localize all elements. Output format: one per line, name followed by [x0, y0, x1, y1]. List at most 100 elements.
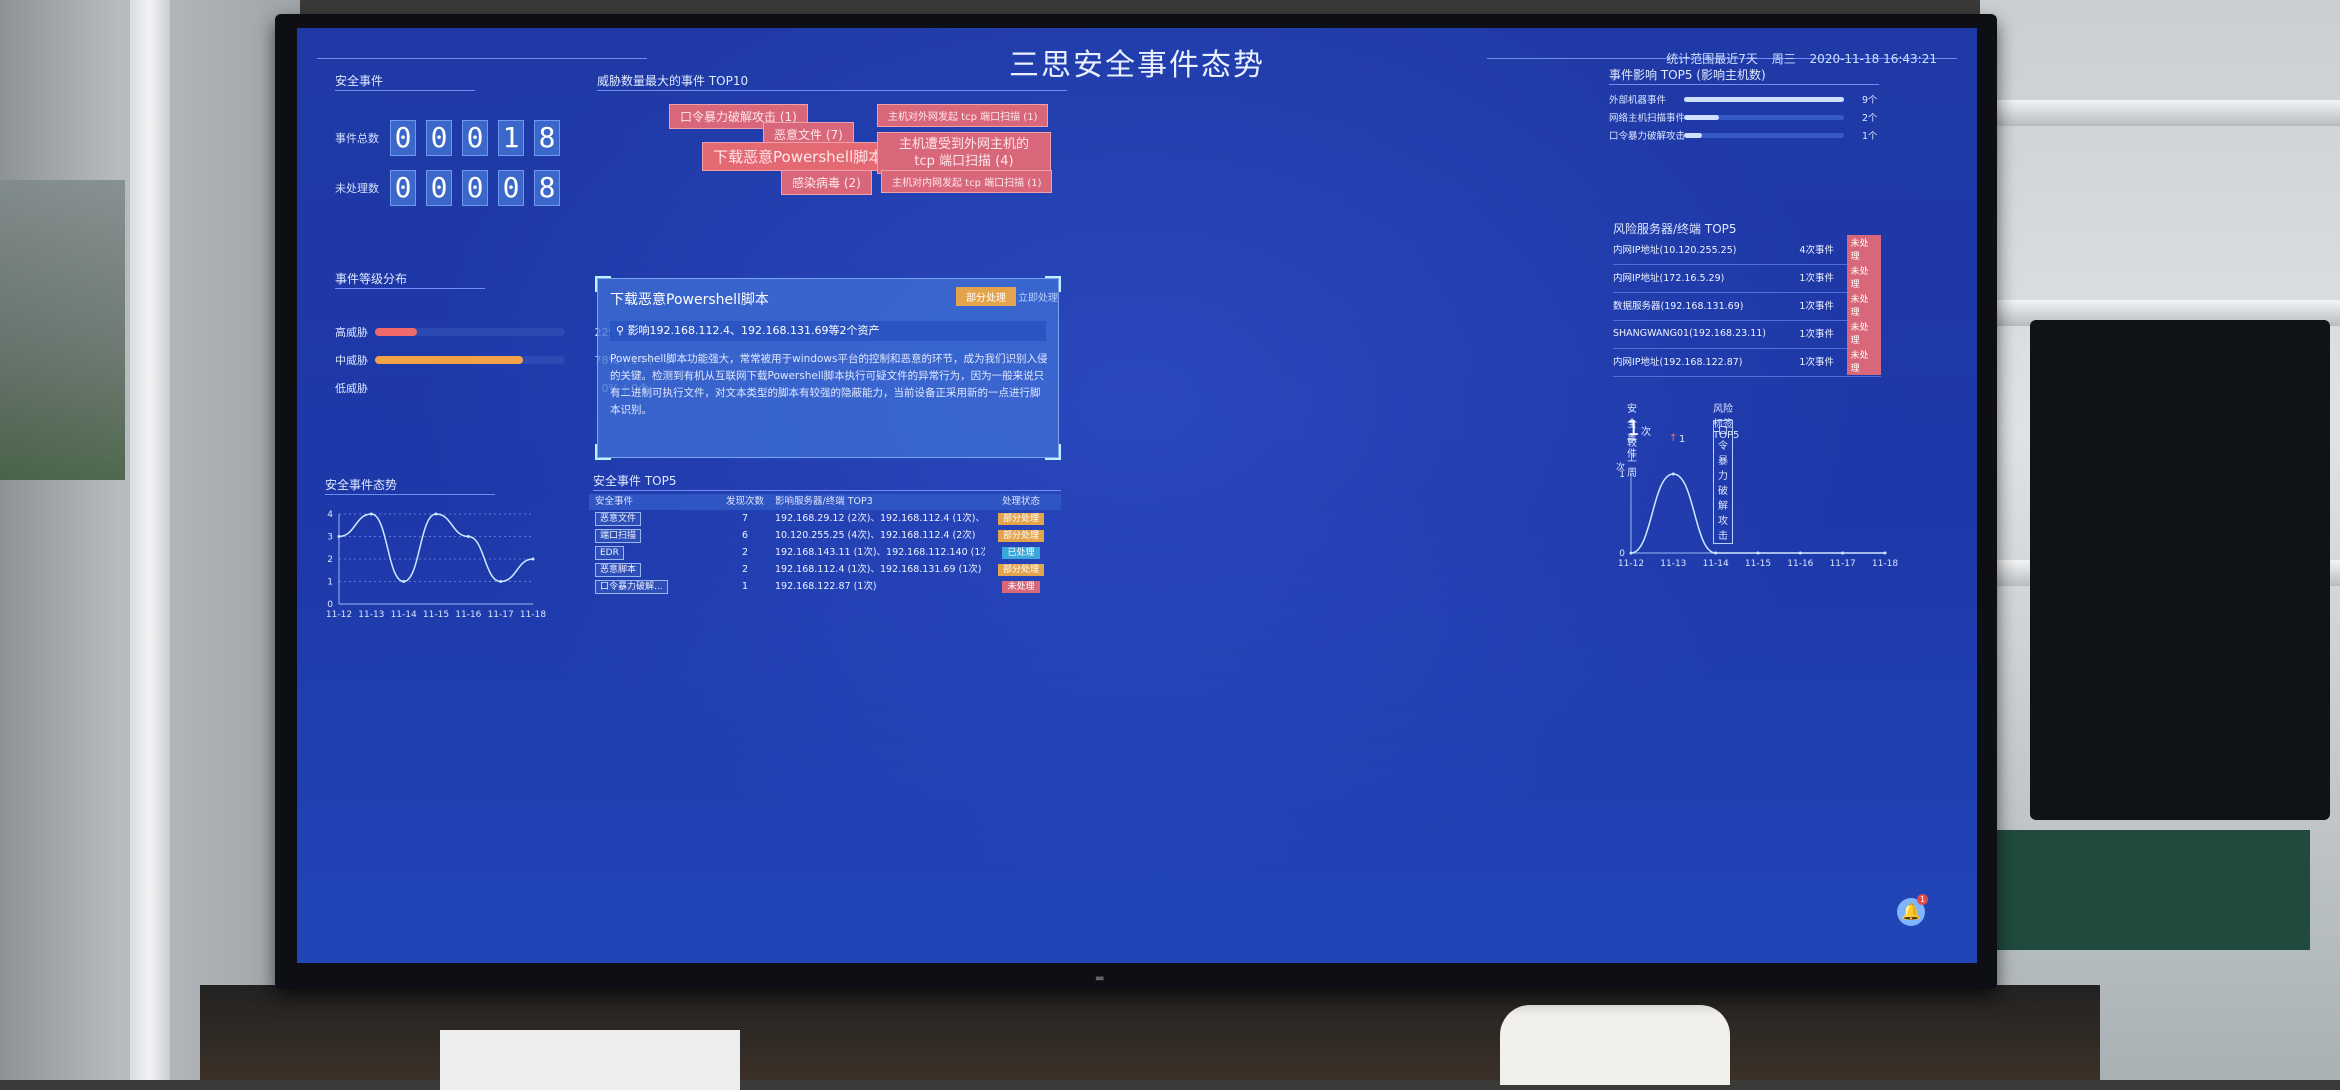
- background-box: [440, 1030, 740, 1090]
- table-row: EDR 2 192.168.143.11 (1次)、192.168.112.140 …: [589, 544, 1061, 561]
- detail-compare-value: 1: [1679, 434, 1686, 445]
- risk-row[interactable]: 内网IP地址(10.120.255.25) 4次事件 未处理: [1613, 234, 1881, 265]
- y-tick-label: 4: [327, 510, 333, 520]
- total-events-label: 事件总数: [335, 132, 379, 145]
- count-cell: 6: [741, 530, 749, 541]
- pending-digit: 0: [390, 170, 416, 206]
- risk-count: 1次事件: [1799, 329, 1834, 340]
- level-fill: [375, 328, 417, 336]
- risk-status-tag[interactable]: 未处理: [1846, 319, 1881, 347]
- y-tick-label: 0: [1619, 549, 1625, 559]
- y-tick-label: 0: [327, 600, 333, 610]
- risk-row[interactable]: 内网IP地址(192.168.122.87) 1次事件 未处理: [1613, 346, 1881, 377]
- section-underline: [335, 288, 485, 289]
- trend-line-chart: 0 1 2 3 4 11-12 11-13 11-14 11-15 11-16 11-17 11-18: [326, 510, 546, 620]
- count-cell: 2: [741, 564, 749, 575]
- risk-status-tag[interactable]: 未处理: [1846, 347, 1881, 375]
- event-button[interactable]: 端口扫描: [595, 529, 642, 543]
- level-fill: [375, 356, 524, 364]
- risk-name: SHANGWANG01(192.168.23.11): [1613, 327, 1766, 339]
- stat-range: 统计范围最近7天: [1666, 52, 1758, 66]
- status-badge[interactable]: 未处理: [1002, 581, 1040, 593]
- total-digit: 0: [390, 120, 416, 156]
- risk-count: 4次事件: [1799, 245, 1834, 256]
- corner-decoration: [1045, 276, 1061, 292]
- level-label: 中威胁: [335, 354, 368, 367]
- event-button[interactable]: 恶意脚本: [595, 563, 642, 577]
- event-top5-table: 安全事件 发现次数 影响服务器/终端 TOP3 处理状态 恶意文件 7 192.16…: [589, 494, 1061, 595]
- status-badge[interactable]: 部分处理: [997, 513, 1044, 525]
- risk-status-tag[interactable]: 未处理: [1846, 291, 1881, 319]
- popup-affected-hosts: ⚲ 影响192.168.112.4、192.168.131.69等2个资产: [610, 321, 1046, 341]
- total-digit: 8: [534, 120, 560, 156]
- impact-fill: [1684, 96, 1844, 102]
- tv-brand-logo: ▬: [1095, 973, 1105, 984]
- risk-row[interactable]: 数据服务器(192.168.131.69) 1次事件 未处理: [1613, 290, 1881, 321]
- risk-count: 1次事件: [1799, 357, 1834, 368]
- x-tick-label: 11-12: [326, 610, 352, 620]
- impact-label: 网络主机扫描事件: [1609, 113, 1684, 124]
- popup-hosts-text: 影响192.168.112.4、192.168.131.69等2个资产: [627, 324, 880, 337]
- count-cell: 2: [741, 547, 749, 558]
- impact-row: 外部机器事件 9个: [1609, 92, 1878, 106]
- impact-row: 网络主机扫描事件 2个: [1609, 110, 1878, 124]
- tag-internal-scan[interactable]: 主机对内网发起 tcp 端口扫描 (1): [881, 170, 1053, 193]
- detail-events-unit: 次: [1641, 427, 1651, 438]
- pending-events-label: 未处理数: [335, 182, 379, 195]
- status-badge[interactable]: 部分处理: [997, 530, 1044, 542]
- x-tick-label: 11-13: [1660, 559, 1686, 569]
- risk-row[interactable]: 内网IP地址(172.16.5.29) 1次事件 未处理: [1613, 262, 1881, 293]
- event-button[interactable]: 口令暴力破解...: [595, 580, 668, 594]
- data-point: [402, 580, 406, 583]
- status-badge[interactable]: 已处理: [1002, 547, 1040, 559]
- risk-status-tag[interactable]: 未处理: [1846, 263, 1881, 291]
- section-underline: [1609, 84, 1879, 85]
- col-count: 发现次数: [725, 496, 764, 507]
- event-button[interactable]: 恶意文件: [595, 512, 642, 526]
- event-cell: EDR: [589, 544, 715, 561]
- x-tick-label: 11-17: [488, 610, 514, 620]
- hosts-cell: 10.120.255.25 (4次)、192.168.112.4 (2次): [775, 530, 976, 541]
- total-digit: 0: [462, 120, 488, 156]
- data-point: [1798, 551, 1802, 555]
- impact-value: 9个: [1862, 95, 1878, 106]
- x-tick-label: 11-13: [358, 610, 384, 620]
- risk-count: 1次事件: [1799, 301, 1834, 312]
- data-point: [1671, 472, 1675, 476]
- impact-value: 1个: [1862, 131, 1878, 142]
- trend-title: 安全事件态势: [325, 478, 398, 492]
- section-underline: [593, 490, 1061, 491]
- x-tick-label: 11-14: [391, 610, 417, 620]
- x-tick-label: 11-18: [1872, 559, 1898, 569]
- status-badge[interactable]: 部分处理: [997, 564, 1044, 576]
- data-point: [1714, 551, 1718, 555]
- col-event: 安全事件: [595, 496, 634, 507]
- x-tick-label: 11-16: [455, 610, 481, 620]
- impact-top5-title: 事件影响 TOP5 (影响主机数): [1609, 68, 1766, 82]
- table-row: 恶意文件 7 192.168.29.12 (2次)、192.168.112.4 (1…: [589, 510, 1061, 527]
- shelf-board: [1980, 100, 2340, 126]
- x-tick-label: 11-17: [1830, 559, 1856, 569]
- section-underline: [325, 494, 495, 495]
- series-line: [338, 513, 534, 583]
- status-cell: 已处理: [985, 544, 1057, 561]
- tag-virus[interactable]: 感染病毒 (2): [781, 170, 872, 195]
- hosts-cell: 192.168.29.12 (2次)、192.168.112.4 (1次)、19…: [775, 513, 985, 524]
- tag-outbound-scan[interactable]: 主机对外网发起 tcp 端口扫描 (1): [877, 104, 1049, 127]
- popup-description: Powershell脚本功能强大，常常被用于windows平台的控制和恶意的环节…: [610, 353, 1048, 416]
- event-cell: 端口扫描: [589, 527, 715, 544]
- event-cell: 恶意脚本: [589, 561, 715, 578]
- background-monitor: [2030, 320, 2330, 820]
- x-tick-label: 11-12: [1618, 559, 1644, 569]
- risk-row[interactable]: SHANGWANG01(192.168.23.11) 1次事件 未处理: [1613, 318, 1881, 349]
- background-router: [1500, 1005, 1730, 1085]
- tag-inbound-scan[interactable]: 主机遭受到外网主机的 tcp 端口扫描 (4): [877, 132, 1051, 174]
- event-button[interactable]: EDR: [595, 546, 624, 560]
- table-body: 恶意文件 7 192.168.29.12 (2次)、192.168.112.4 (1…: [589, 510, 1061, 595]
- risk-name: 内网IP地址(172.16.5.29): [1613, 273, 1725, 284]
- x-tick-label: 11-14: [1703, 559, 1729, 569]
- hosts-cell: 192.168.112.4 (1次)、192.168.131.69 (1次): [775, 564, 982, 575]
- impact-row: 口令暴力破解攻击 1个: [1609, 128, 1878, 142]
- impact-value: 2个: [1862, 113, 1878, 124]
- risk-status-tag[interactable]: 未处理: [1846, 235, 1881, 263]
